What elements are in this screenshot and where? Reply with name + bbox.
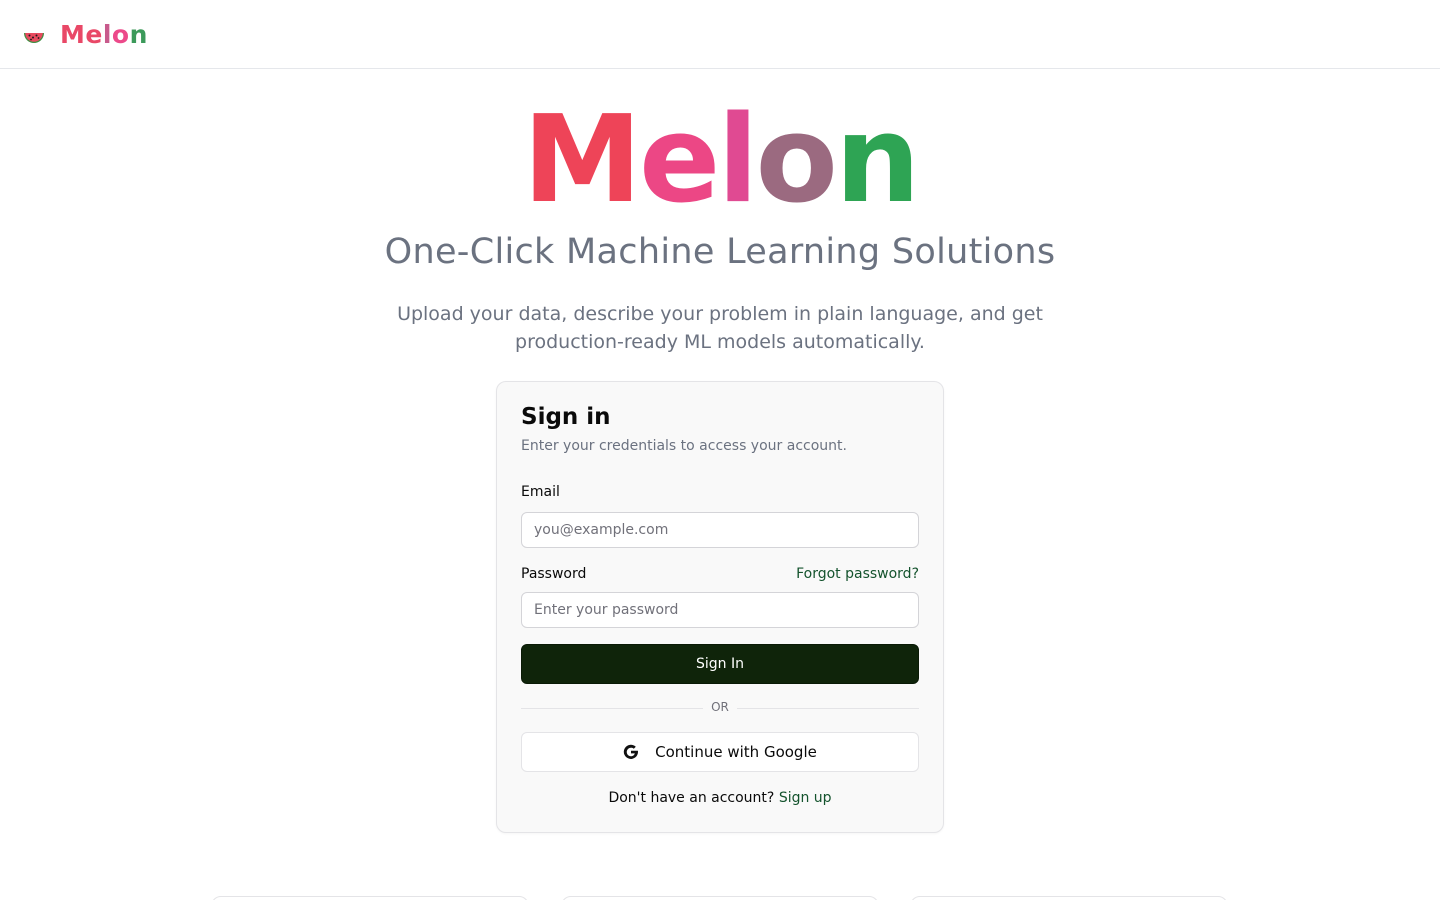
email-label: Email xyxy=(521,484,560,500)
signin-card: Sign in Enter your credentials to access… xyxy=(496,381,944,833)
feature-card xyxy=(910,896,1228,900)
or-divider: OR xyxy=(521,700,919,716)
sign-up-link[interactable]: Sign up xyxy=(779,790,832,806)
top-navbar: Melon xyxy=(0,0,1440,69)
no-account-text: Don't have an account? xyxy=(608,790,775,806)
divider-line xyxy=(737,708,919,709)
hero-title-letter: l xyxy=(717,91,758,230)
signin-title: Sign in xyxy=(521,404,611,430)
signup-prompt: Don't have an account? Sign up xyxy=(497,790,943,806)
hero-title-letter: e xyxy=(639,91,720,230)
google-icon xyxy=(623,744,639,759)
brand-name: Melon xyxy=(60,20,148,49)
brand-name-part: n xyxy=(129,19,148,49)
divider-label: OR xyxy=(711,700,729,714)
brand-logo[interactable]: Melon xyxy=(22,18,148,50)
sign-in-button[interactable]: Sign In xyxy=(521,644,919,684)
hero-title-letter: n xyxy=(834,91,920,230)
hero-subtitle: One-Click Machine Learning Solutions xyxy=(384,232,1056,272)
feature-card xyxy=(561,896,879,900)
google-button-label: Continue with Google xyxy=(655,743,817,761)
hero-description: Upload your data, describe your problem … xyxy=(397,303,1043,353)
password-label: Password xyxy=(521,566,587,582)
google-signin-button[interactable]: Continue with Google xyxy=(521,732,919,772)
email-field[interactable] xyxy=(521,512,919,548)
brand-name-part: Me xyxy=(60,19,103,49)
brand-name-part: l xyxy=(102,19,112,49)
brand-name-part: o xyxy=(111,19,130,49)
forgot-password-link[interactable]: Forgot password? xyxy=(796,566,919,582)
hero-title-letter: M xyxy=(522,91,642,230)
signin-description: Enter your credentials to access your ac… xyxy=(521,438,847,454)
hero-title: Melon xyxy=(0,96,1440,226)
feature-card xyxy=(211,896,529,900)
hero-title-letter: o xyxy=(755,91,838,230)
watermelon-icon xyxy=(24,33,44,43)
password-field[interactable] xyxy=(521,592,919,628)
